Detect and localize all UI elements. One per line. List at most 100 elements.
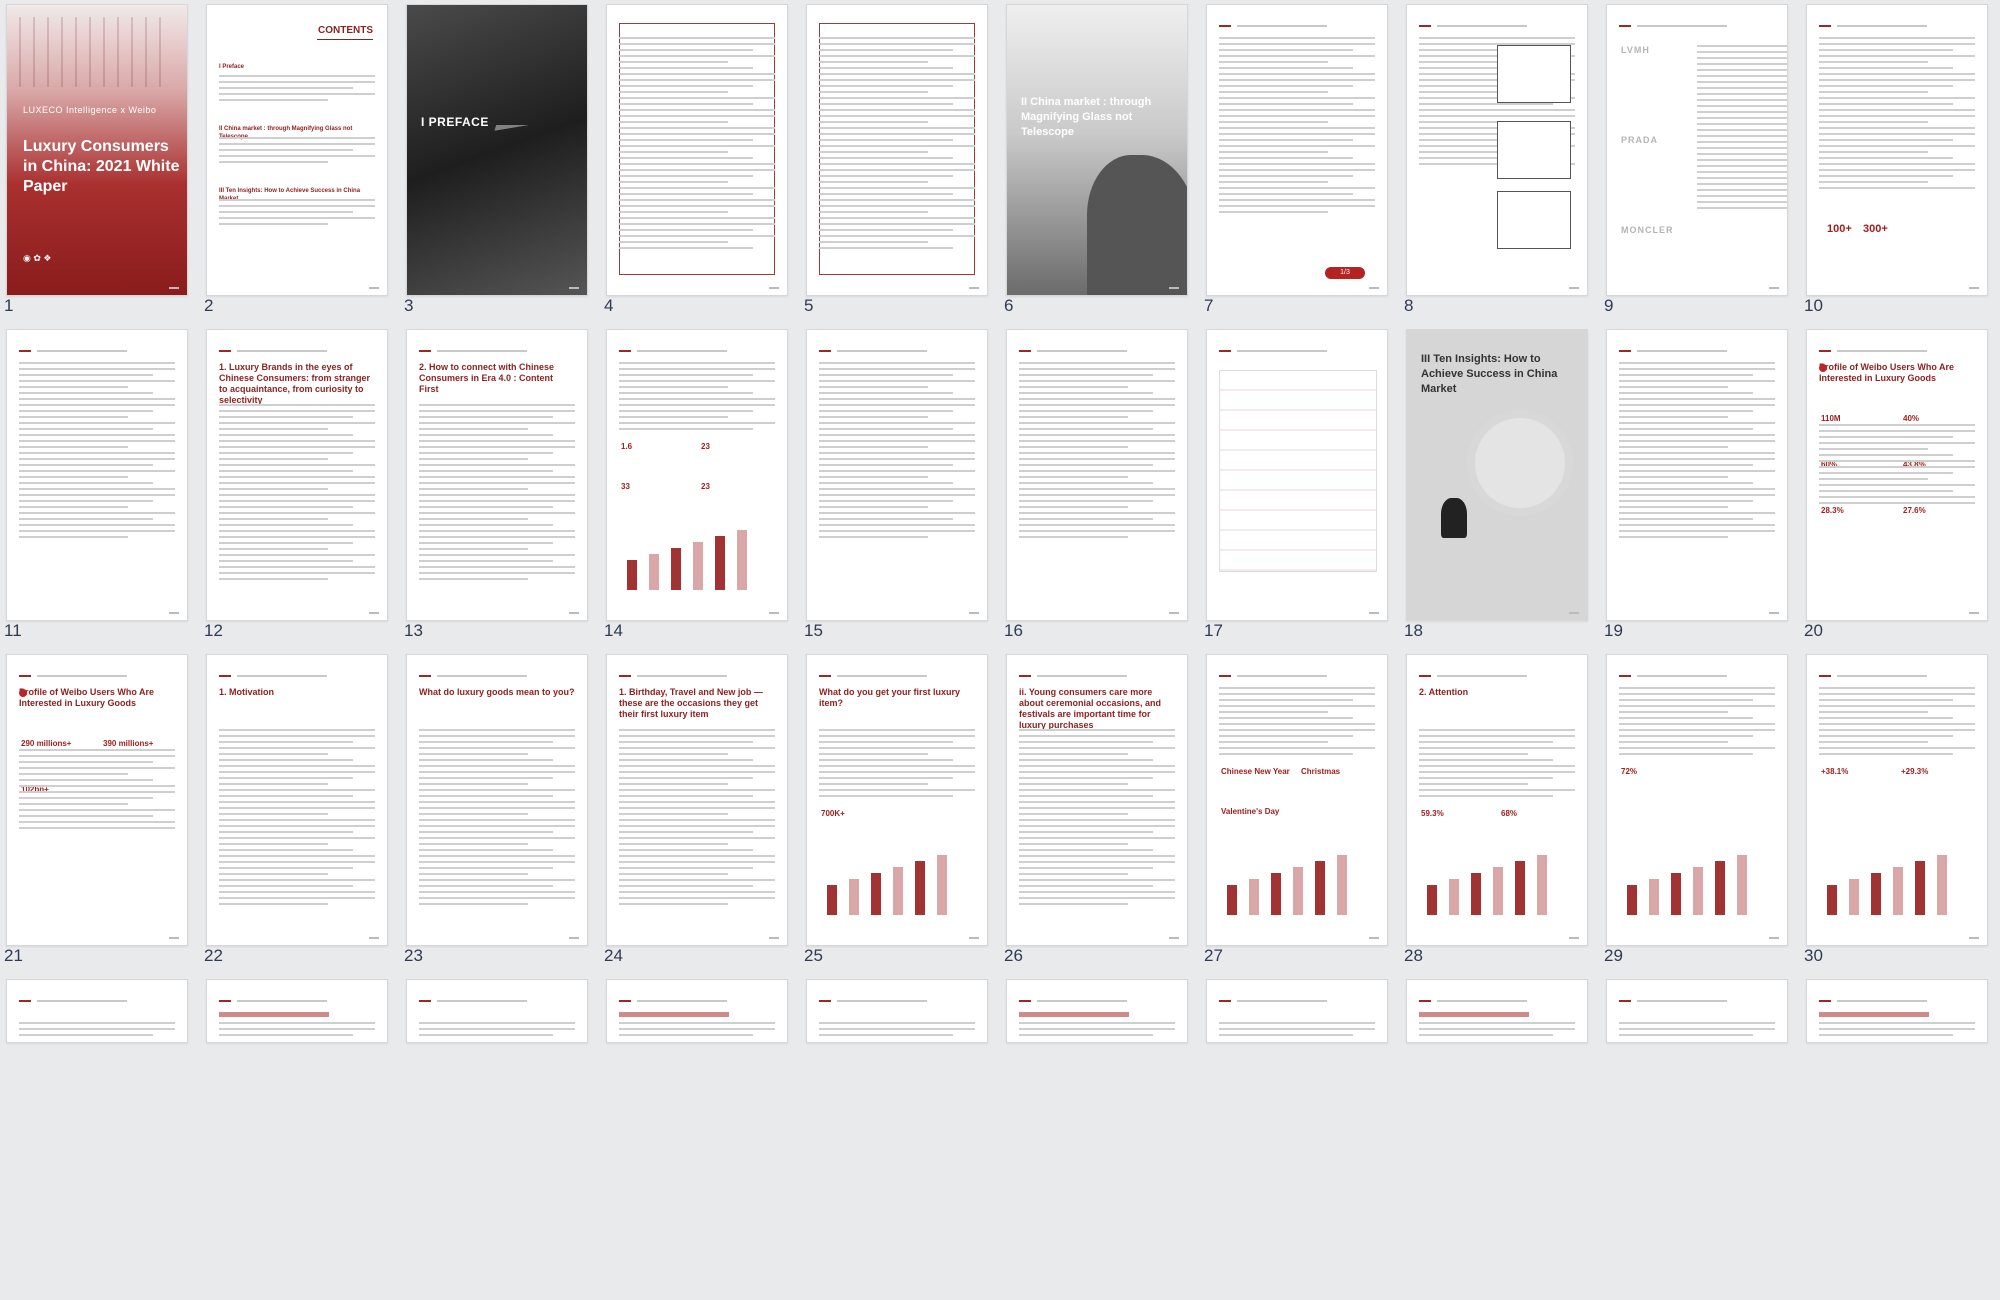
page-thumbnail-13[interactable]: 2. How to connect with Chinese Consumers… [406, 329, 588, 621]
page-number-3: 3 [404, 296, 414, 315]
page-thumbnail-25[interactable]: What do you get your first luxury item? 7… [806, 654, 988, 946]
text-line [619, 368, 775, 370]
page-thumbnail-partial[interactable] [806, 979, 988, 1043]
page-thumbnail-partial[interactable] [1806, 979, 1988, 1043]
text-line [819, 163, 975, 165]
text-line [619, 837, 775, 839]
text-line [1219, 37, 1375, 39]
page-thumbnail-21[interactable]: Profile of Weibo Users Who Are Intereste… [6, 654, 188, 946]
text-line [219, 199, 375, 201]
text-line [619, 175, 754, 177]
text-line [1619, 422, 1775, 424]
header-mark [1619, 1000, 1631, 1002]
page-thumbnail-19[interactable] [1606, 329, 1788, 621]
text-line [1219, 711, 1329, 713]
header-text [1837, 350, 1927, 352]
text-line [1019, 747, 1175, 749]
page-thumbnail-4[interactable] [606, 4, 788, 296]
text-line [1619, 488, 1775, 490]
page-thumbnail-24[interactable]: 1. Birthday, Travel and New job — these … [606, 654, 788, 946]
page-thumbnail-20[interactable]: Profile of Weibo Users Who Are Intereste… [1806, 329, 1988, 621]
page-thumbnail-8[interactable] [1406, 4, 1588, 296]
page-thumbnail-partial[interactable] [1006, 979, 1188, 1043]
contents-subitems [219, 137, 375, 167]
page-thumbnail-22[interactable]: 1. Motivation [206, 654, 388, 946]
text-line [819, 211, 929, 213]
page-thumbnail-30[interactable]: +38.1% +29.3% [1806, 654, 1988, 946]
page-thumbnail-2[interactable]: CONTENTS I Preface II China market : throu… [206, 4, 388, 296]
text-line [1619, 753, 1754, 755]
page-thumbnail-partial[interactable] [206, 979, 388, 1043]
text-line [419, 897, 575, 899]
page-thumbnail-1[interactable]: LUXECO Intelligence x Weibo Luxury Consum… [6, 4, 188, 296]
text-line [1697, 201, 1787, 203]
text-line [219, 211, 354, 213]
page-heading: What do you get your first luxury item? [819, 687, 961, 708]
text-line [1219, 753, 1354, 755]
page-thumbnail-partial[interactable] [1406, 979, 1588, 1043]
page-thumbnail-9[interactable]: LVMH PRADA MONCLER [1606, 4, 1788, 296]
page-thumbnail-5[interactable] [806, 4, 988, 296]
page-number-10: 10 [1804, 296, 1823, 315]
page-thumbnail-partial[interactable] [1606, 979, 1788, 1043]
text-line [1019, 488, 1175, 490]
running-header [1619, 350, 1769, 354]
text-line [1697, 189, 1787, 191]
page-thumbnail-16[interactable] [1006, 329, 1188, 621]
text-line [819, 37, 975, 39]
text-line [819, 512, 975, 514]
text-line [819, 61, 929, 63]
text-line [819, 506, 929, 508]
text-line [1219, 1022, 1375, 1024]
page-thumbnail-15[interactable] [806, 329, 988, 621]
text-line [1419, 735, 1575, 737]
page-thumbnail-26[interactable]: ii. Young consumers care more about cere… [1006, 654, 1188, 946]
text-line [19, 761, 154, 763]
text-line [219, 416, 354, 418]
page-thumbnail-10[interactable]: 100+ 300+ [1806, 4, 1988, 296]
header-text [437, 675, 527, 677]
stat-figure: 300+ [1863, 223, 1888, 235]
page-thumbnail-7[interactable]: 1/3 [1206, 4, 1388, 296]
text-line [619, 127, 775, 129]
header-mark [1019, 675, 1031, 677]
chart-bar [1315, 861, 1325, 915]
page-thumbnail-11[interactable] [6, 329, 188, 621]
text-line [1019, 362, 1175, 364]
page-thumbnail-27[interactable]: Chinese New Year Christmas Valentine's Day [1206, 654, 1388, 946]
running-header [1219, 25, 1369, 29]
page-thumbnail-partial[interactable] [606, 979, 788, 1043]
text-line [1697, 153, 1787, 155]
running-header [219, 1000, 369, 1004]
text-line [619, 139, 754, 141]
text-line [19, 755, 175, 757]
page-thumbnail-partial[interactable] [406, 979, 588, 1043]
page-footer [969, 612, 979, 614]
text-line [219, 843, 329, 845]
page-thumbnail-3[interactable]: I PREFACE [406, 4, 588, 296]
stat-figure: 68% [1501, 809, 1518, 818]
text-line [1019, 446, 1129, 448]
text-line [619, 49, 754, 51]
page-thumbnail-6[interactable]: II China market : through Magnifying Gla… [1006, 4, 1188, 296]
text-line [819, 115, 975, 117]
page-thumbnail-partial[interactable] [1206, 979, 1388, 1043]
page-thumbnail-23[interactable]: What do luxury goods mean to you? [406, 654, 588, 946]
text-line [419, 789, 575, 791]
page-thumbnail-18[interactable]: III Ten Insights: How to Achieve Success… [1406, 329, 1588, 621]
page-thumbnail-12[interactable]: 1. Luxury Brands in the eyes of Chinese … [206, 329, 388, 621]
text-line [619, 121, 729, 123]
page-thumbnail-14[interactable]: 1.6 23 33 23 [606, 329, 788, 621]
text-line [819, 416, 929, 418]
chart-bar [1449, 879, 1459, 915]
page-thumbnail-partial[interactable] [6, 979, 188, 1043]
running-header [1819, 350, 1969, 354]
text-line [1019, 729, 1175, 731]
text-line [1219, 199, 1375, 201]
text-line [1419, 103, 1554, 105]
text-line [819, 488, 975, 490]
page-thumbnail-17[interactable] [1206, 329, 1388, 621]
page-thumbnail-28[interactable]: 2. Attention 59.3% 68% [1406, 654, 1588, 946]
text-line [419, 837, 575, 839]
page-thumbnail-29[interactable]: 72% [1606, 654, 1788, 946]
